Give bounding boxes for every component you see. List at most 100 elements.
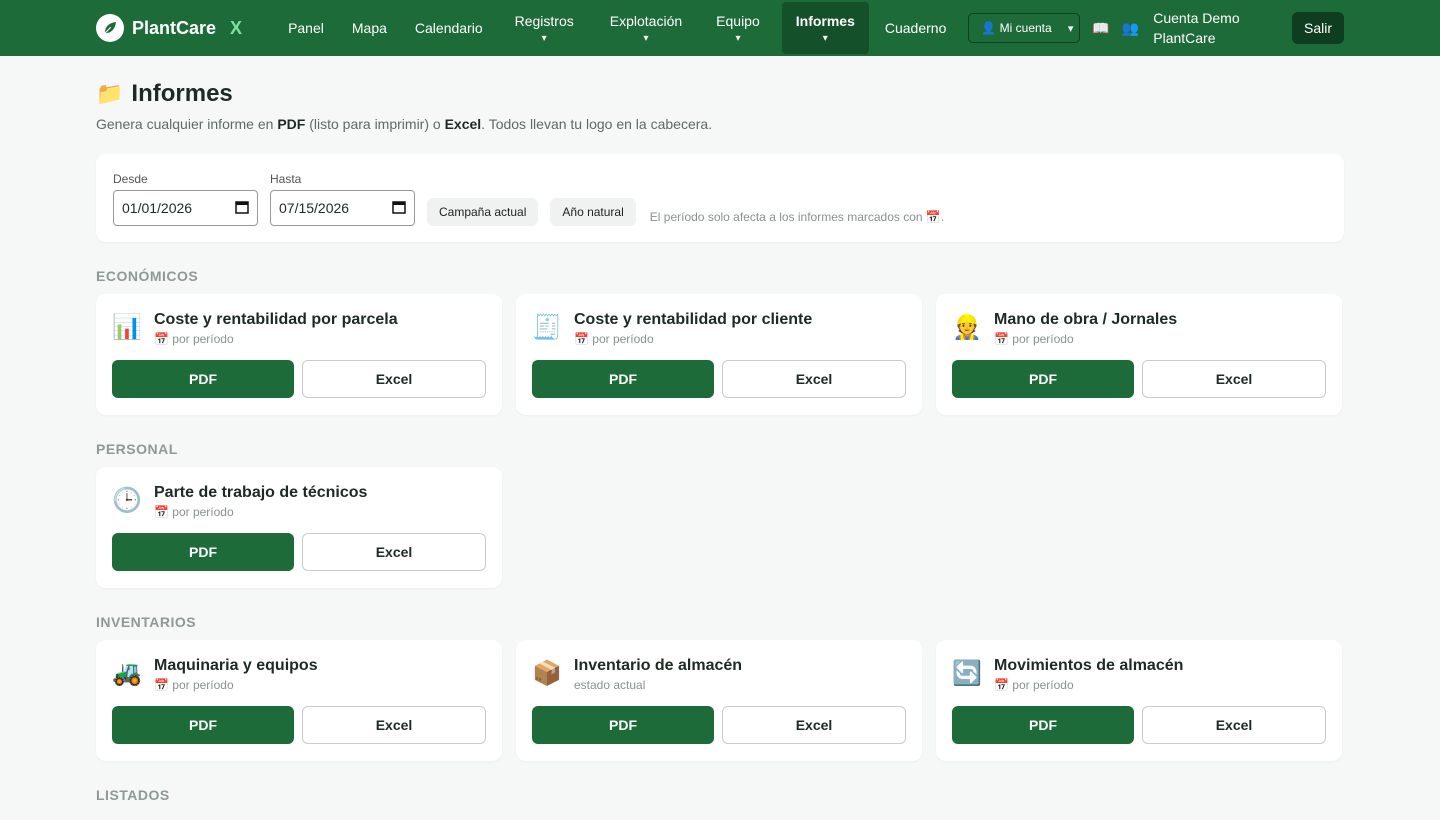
pdf-button[interactable]: PDF [112,533,294,571]
nav-item-label: Registros [514,12,574,29]
desc-text: Genera cualquier informe en [96,116,278,132]
calendar-year-button[interactable]: Año natural [550,198,636,226]
nav-item-label: Panel [288,20,324,36]
pdf-button[interactable]: PDF [952,706,1134,744]
nav-item-mapa[interactable]: Mapa [338,0,401,56]
desc-text: . Todos llevan tu logo en la cabecera. [481,116,713,132]
card-title: Inventario de almacén [574,657,743,674]
card-text: Parte de trabajo de técnicos 📅 por perío… [154,483,367,519]
card-subtitle: 📅 por período [154,678,234,692]
bar-chart-icon: 📊 [112,313,142,341]
card-header: 🔄 Movimientos de almacén 📅 por período [952,656,1326,692]
tractor-icon: 🚜 [112,659,142,687]
pdf-button[interactable]: PDF [112,706,294,744]
card-title: Coste y rentabilidad por cliente [574,311,813,328]
card-subtitle: estado actual [574,678,646,692]
card-actions: PDF Excel [952,360,1326,398]
chevron-down-icon: ▾ [643,32,649,44]
excel-button[interactable]: Excel [302,533,486,571]
card-title: Parte de trabajo de técnicos [154,484,368,501]
nav-item-label: Equipo [716,12,760,29]
section-label-economicos: ECONÓMICOS [96,268,199,284]
desc-pdf: PDF [277,116,306,132]
nav-item-panel[interactable]: Panel [274,0,338,56]
brand[interactable]: PlantCare X [96,14,242,42]
report-card: 👷 Mano de obra / Jornales 📅 por período … [936,294,1342,415]
section-label-listados: LISTADOS [96,787,170,803]
logout-button[interactable]: Salir [1292,12,1344,44]
cards-inventarios: 🚜 Maquinaria y equipos 📅 por período PDF… [96,640,1344,761]
brand-name: PlantCare [132,17,217,38]
to-date-input[interactable]: 07/15/2026 [270,190,415,226]
excel-button[interactable]: Excel [1142,706,1326,744]
card-header: 🕒 Parte de trabajo de técnicos 📅 por per… [112,483,486,519]
card-header: 📊 Coste y rentabilidad por parcela 📅 por… [112,310,486,346]
card-actions: PDF Excel [112,533,486,571]
card-subtitle: 📅 por período [154,332,234,346]
period-filter-card: Desde 01/01/2026 Hasta 07/15/2026 Campañ… [96,154,1344,242]
to-label: Hasta [270,172,302,186]
card-title: Mano de obra / Jornales [994,311,1178,328]
card-title: Maquinaria y equipos [154,657,318,674]
top-navbar: PlantCare X Panel Mapa Calendario Regist… [0,0,1440,56]
section-label-inventarios: INVENTARIOS [96,614,197,630]
book-icon[interactable]: 📖 [1092,20,1109,37]
nav-item-explotacion[interactable]: Explotación ▾ [596,0,696,56]
nav-item-calendario[interactable]: Calendario [401,0,497,56]
package-icon: 📦 [532,659,562,687]
pdf-button[interactable]: PDF [112,360,294,398]
nav-item-label: Mapa [351,20,387,36]
pdf-button[interactable]: PDF [952,360,1134,398]
card-subtitle: 📅 por período [994,332,1074,346]
nav-item-informes[interactable]: Informes ▾ [781,2,869,54]
from-date-input[interactable]: 01/01/2026 [113,190,258,226]
card-header: 👷 Mano de obra / Jornales 📅 por período [952,310,1326,346]
card-title: Movimientos de almacén [994,657,1184,674]
calendar-icon[interactable] [235,200,249,217]
to-field: Hasta 07/15/2026 [270,172,415,226]
pdf-button[interactable]: PDF [532,360,714,398]
card-subtitle: 📅 por período [994,678,1074,692]
chevron-down-icon: ▾ [822,32,828,44]
refresh-icon: 🔄 [952,659,982,687]
nav-item-cuaderno[interactable]: Cuaderno [871,0,961,56]
card-text: Maquinaria y equipos 📅 por período [154,656,318,692]
excel-button[interactable]: Excel [722,706,906,744]
report-card: 📊 Coste y rentabilidad por parcela 📅 por… [96,294,502,415]
excel-button[interactable]: Excel [722,360,906,398]
card-header: 🧾 Coste y rentabilidad por cliente 📅 por… [532,310,906,346]
card-subtitle: 📅 por período [574,332,654,346]
nav-item-equipo[interactable]: Equipo ▾ [702,0,774,56]
current-campaign-button[interactable]: Campaña actual [427,198,539,226]
report-card: 📦 Inventario de almacén estado actual PD… [516,640,922,761]
card-actions: PDF Excel [532,706,906,744]
card-text: Mano de obra / Jornales 📅 por período [994,310,1177,346]
page-header: 📁 Informes [96,80,1344,108]
card-actions: PDF Excel [532,360,906,398]
desc-text: (listo para imprimir) o [305,116,445,132]
nav-item-label: Cuaderno [884,20,947,36]
chevron-down-icon: ▾ [541,32,547,44]
chevron-down-icon: ▾ [1067,22,1074,35]
nav-item-label: Informes [795,12,855,29]
cards-personal: 🕒 Parte de trabajo de técnicos 📅 por per… [96,467,1344,588]
to-date-value: 07/15/2026 [279,200,350,216]
card-text: Coste y rentabilidad por parcela 📅 por p… [154,310,398,346]
nav-item-registros[interactable]: Registros ▾ [501,0,588,56]
nav-item-label: Calendario [414,20,483,36]
section-label-personal: PERSONAL [96,441,178,457]
pdf-button[interactable]: PDF [532,706,714,744]
users-icon[interactable]: 👥 [1122,20,1139,37]
from-field: Desde 01/01/2026 [113,172,258,226]
calendar-icon[interactable] [392,200,406,217]
excel-button[interactable]: Excel [302,706,486,744]
report-card: 🚜 Maquinaria y equipos 📅 por período PDF… [96,640,502,761]
report-card: 🕒 Parte de trabajo de técnicos 📅 por per… [96,467,502,588]
main-content: 📁 Informes Genera cualquier informe en P… [0,80,1440,803]
excel-button[interactable]: Excel [1142,360,1326,398]
page-description: Genera cualquier informe en PDF (listo p… [96,116,1344,132]
report-card: 🔄 Movimientos de almacén 📅 por período P… [936,640,1342,761]
account-select[interactable]: 👤 Mi cuenta ▾ [968,13,1081,43]
excel-button[interactable]: Excel [302,360,486,398]
period-note: El período solo afecta a los informes ma… [649,210,945,224]
